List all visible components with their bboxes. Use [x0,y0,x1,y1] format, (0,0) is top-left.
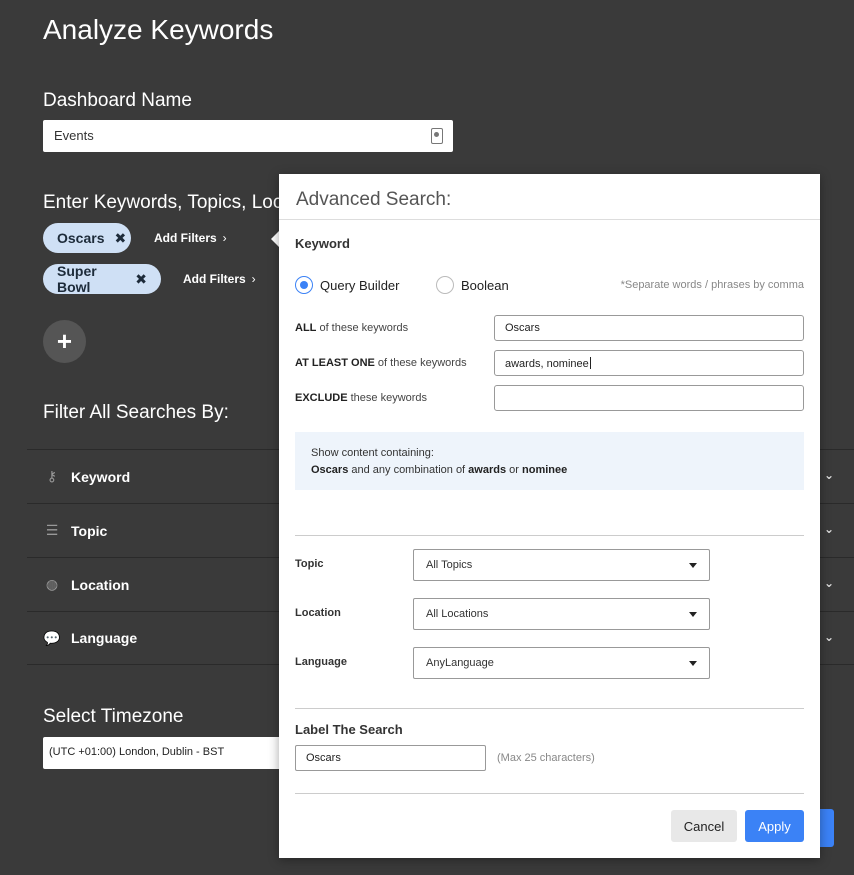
preview-text: or [506,464,522,476]
chevron-down-icon: ⌄ [823,576,834,590]
caret-down-icon [689,661,697,666]
select-value: AnyLanguage [426,657,494,669]
query-builder-radio[interactable]: Query Builder [295,276,399,294]
divider [295,535,804,536]
add-search-button[interactable]: + [43,320,86,363]
topic-label: Topic [295,558,324,570]
radio-unchecked-icon [436,276,454,294]
add-filters-link[interactable]: Add Filters › [154,231,227,245]
language-label: Language [295,656,347,668]
add-filters-link[interactable]: Add Filters › [183,272,256,286]
search-label-input[interactable]: Oscars [295,745,486,771]
apply-button[interactable]: Apply [745,810,804,842]
timezone-label: Select Timezone [43,706,184,727]
preview-intro: Show content containing: [311,447,434,459]
chevron-right-icon: › [251,272,256,286]
at-least-one-label: AT LEAST ONE of these keywords [295,357,467,369]
at-least-one-input[interactable]: awards, nominee [494,350,804,376]
globe-icon: ◍ [45,576,59,592]
preview-term: nominee [522,464,568,476]
label-bold: EXCLUDE [295,392,348,404]
input-value: awards, nominee [505,358,589,370]
all-keywords-label: ALL of these keywords [295,322,408,334]
chevron-down-icon: ⌄ [823,630,834,644]
search-pill-label: Oscars [57,230,105,246]
keyword-heading: Keyword [295,236,350,251]
language-select[interactable]: AnyLanguage [413,647,710,679]
popover-pointer [271,231,279,247]
label-rest: these keywords [347,392,428,404]
location-label: Location [295,607,341,619]
preview-summary: Oscars and any combination of awards or … [311,462,788,479]
add-filters-label: Add Filters [154,231,217,245]
dashboard-name-value: Events [54,128,94,143]
exclude-input[interactable] [494,385,804,411]
remove-icon[interactable]: ✖ [114,230,126,247]
divider [279,219,820,220]
search-pill-super-bowl[interactable]: Super Bowl ✖ [43,263,161,295]
all-keywords-input[interactable]: Oscars [494,315,804,341]
chevron-down-icon: ⌄ [823,522,834,536]
modal-title: Advanced Search: [296,189,452,210]
filter-row-label: Language [71,630,138,646]
filter-all-label: Filter All Searches By: [43,402,229,423]
divider [295,793,804,794]
query-preview: Show content containing: Oscars and any … [295,432,804,490]
plus-icon: + [56,326,73,356]
advanced-search-modal: Advanced Search: Keyword Query Builder B… [279,174,820,858]
filter-row-label: Topic [71,522,108,539]
select-value: All Locations [426,608,489,620]
remove-icon[interactable]: ✖ [135,271,147,288]
enter-keywords-label: Enter Keywords, Topics, Loc [43,192,283,213]
select-value: All Topics [426,559,473,571]
radio-label: Boolean [461,277,509,293]
preview-term: awards [468,464,507,476]
topic-select[interactable]: All Topics [413,549,710,581]
exclude-label: EXCLUDE these keywords [295,392,427,404]
location-select[interactable]: All Locations [413,598,710,630]
cancel-button[interactable]: Cancel [671,810,737,842]
text-cursor [589,357,591,369]
filter-row-label: Location [71,576,130,593]
search-pill-oscars[interactable]: Oscars ✖ [43,223,131,253]
key-icon: ⚷ [46,468,58,484]
caret-down-icon [689,563,697,568]
radio-label: Query Builder [320,277,400,293]
dashboard-name-label: Dashboard Name [43,90,192,111]
filter-row-label: Keyword [71,468,131,485]
divider [295,708,804,709]
label-rest: of these keywords [374,357,467,369]
chevron-down-icon: ⌄ [823,468,834,482]
list-icon: ☰ [45,522,59,538]
page-title: Analyze Keywords [43,14,274,45]
search-pill-label: Super Bowl [57,263,97,295]
max-characters-hint: (Max 25 characters) [497,752,595,764]
contact-card-icon [431,128,443,144]
separator-hint: *Separate words / phrases by comma [620,279,804,291]
label-rest: of these keywords [316,322,409,334]
dashboard-name-input[interactable]: Events [43,120,453,152]
label-bold: ALL [295,322,317,334]
chevron-right-icon: › [222,231,227,245]
radio-checked-icon [295,276,313,294]
boolean-radio[interactable]: Boolean [436,276,509,294]
label-bold: AT LEAST ONE [295,357,375,369]
caret-down-icon [689,612,697,617]
add-filters-label: Add Filters [183,272,246,286]
preview-term: Oscars [311,464,349,476]
chat-icon: 💬 [43,629,61,646]
preview-text: and any combination of [348,464,469,476]
label-search-heading: Label The Search [295,722,403,737]
